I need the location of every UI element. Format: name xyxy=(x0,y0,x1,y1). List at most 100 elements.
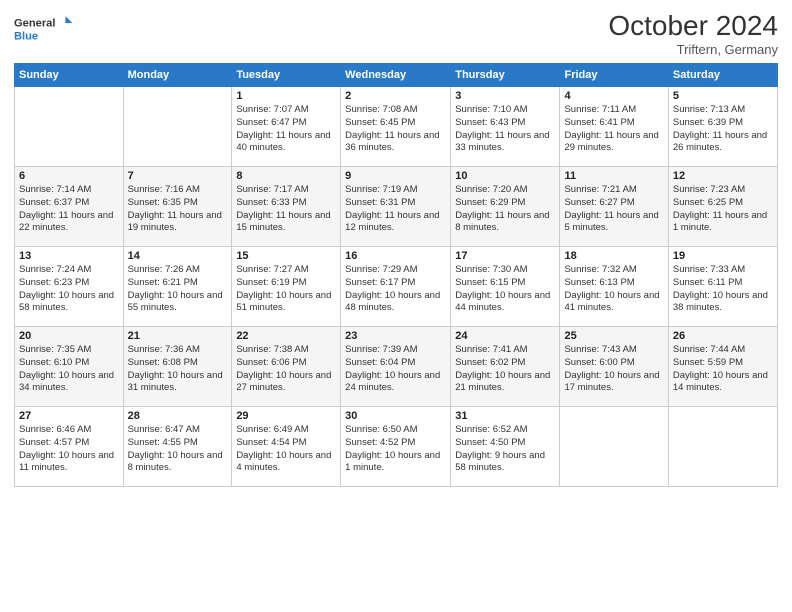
day-info: Sunrise: 7:16 AMSunset: 6:35 PMDaylight:… xyxy=(128,184,228,235)
day-number: 4 xyxy=(564,90,663,102)
month-year-title: October 2024 xyxy=(608,10,778,42)
weekday-header-tuesday: Tuesday xyxy=(232,64,341,87)
day-number: 18 xyxy=(564,250,663,262)
day-number: 25 xyxy=(564,330,663,342)
day-info: Sunrise: 7:39 AMSunset: 6:04 PMDaylight:… xyxy=(345,344,446,395)
calendar-cell: 1 Sunrise: 7:07 AMSunset: 6:47 PMDayligh… xyxy=(232,87,341,167)
day-info: Sunrise: 7:10 AMSunset: 6:43 PMDaylight:… xyxy=(455,104,555,155)
day-number: 17 xyxy=(455,250,555,262)
title-block: October 2024 Triftern, Germany xyxy=(608,10,778,57)
day-number: 7 xyxy=(128,170,228,182)
day-info: Sunrise: 7:32 AMSunset: 6:13 PMDaylight:… xyxy=(564,264,663,315)
day-number: 20 xyxy=(19,330,119,342)
calendar-cell: 21 Sunrise: 7:36 AMSunset: 6:08 PMDaylig… xyxy=(123,327,232,407)
weekday-header-monday: Monday xyxy=(123,64,232,87)
calendar-cell: 8 Sunrise: 7:17 AMSunset: 6:33 PMDayligh… xyxy=(232,167,341,247)
location-subtitle: Triftern, Germany xyxy=(608,42,778,57)
day-info: Sunrise: 7:21 AMSunset: 6:27 PMDaylight:… xyxy=(564,184,663,235)
calendar-table: SundayMondayTuesdayWednesdayThursdayFrid… xyxy=(14,63,778,487)
calendar-cell: 23 Sunrise: 7:39 AMSunset: 6:04 PMDaylig… xyxy=(341,327,451,407)
calendar-cell: 19 Sunrise: 7:33 AMSunset: 6:11 PMDaylig… xyxy=(668,247,777,327)
day-info: Sunrise: 7:43 AMSunset: 6:00 PMDaylight:… xyxy=(564,344,663,395)
calendar-cell xyxy=(123,87,232,167)
day-info: Sunrise: 7:35 AMSunset: 6:10 PMDaylight:… xyxy=(19,344,119,395)
day-number: 21 xyxy=(128,330,228,342)
calendar-cell: 9 Sunrise: 7:19 AMSunset: 6:31 PMDayligh… xyxy=(341,167,451,247)
day-info: Sunrise: 7:33 AMSunset: 6:11 PMDaylight:… xyxy=(673,264,773,315)
day-info: Sunrise: 7:27 AMSunset: 6:19 PMDaylight:… xyxy=(236,264,336,315)
calendar-cell: 4 Sunrise: 7:11 AMSunset: 6:41 PMDayligh… xyxy=(560,87,668,167)
weekday-header-sunday: Sunday xyxy=(15,64,124,87)
calendar-cell: 29 Sunrise: 6:49 AMSunset: 4:54 PMDaylig… xyxy=(232,407,341,487)
day-number: 5 xyxy=(673,90,773,102)
calendar-cell: 18 Sunrise: 7:32 AMSunset: 6:13 PMDaylig… xyxy=(560,247,668,327)
calendar-cell xyxy=(15,87,124,167)
calendar-cell: 14 Sunrise: 7:26 AMSunset: 6:21 PMDaylig… xyxy=(123,247,232,327)
day-info: Sunrise: 6:50 AMSunset: 4:52 PMDaylight:… xyxy=(345,424,446,475)
calendar-cell: 15 Sunrise: 7:27 AMSunset: 6:19 PMDaylig… xyxy=(232,247,341,327)
day-info: Sunrise: 7:30 AMSunset: 6:15 PMDaylight:… xyxy=(455,264,555,315)
calendar-cell: 11 Sunrise: 7:21 AMSunset: 6:27 PMDaylig… xyxy=(560,167,668,247)
calendar-cell: 17 Sunrise: 7:30 AMSunset: 6:15 PMDaylig… xyxy=(451,247,560,327)
day-info: Sunrise: 7:36 AMSunset: 6:08 PMDaylight:… xyxy=(128,344,228,395)
day-number: 11 xyxy=(564,170,663,182)
svg-text:General: General xyxy=(14,17,55,29)
day-info: Sunrise: 7:44 AMSunset: 5:59 PMDaylight:… xyxy=(673,344,773,395)
calendar-cell: 31 Sunrise: 6:52 AMSunset: 4:50 PMDaylig… xyxy=(451,407,560,487)
day-number: 30 xyxy=(345,410,446,422)
day-number: 27 xyxy=(19,410,119,422)
day-info: Sunrise: 7:29 AMSunset: 6:17 PMDaylight:… xyxy=(345,264,446,315)
calendar-cell: 27 Sunrise: 6:46 AMSunset: 4:57 PMDaylig… xyxy=(15,407,124,487)
day-number: 8 xyxy=(236,170,336,182)
calendar-cell: 2 Sunrise: 7:08 AMSunset: 6:45 PMDayligh… xyxy=(341,87,451,167)
logo-svg: General Blue xyxy=(14,10,74,48)
day-number: 13 xyxy=(19,250,119,262)
weekday-header-wednesday: Wednesday xyxy=(341,64,451,87)
day-number: 19 xyxy=(673,250,773,262)
day-info: Sunrise: 7:20 AMSunset: 6:29 PMDaylight:… xyxy=(455,184,555,235)
day-info: Sunrise: 7:11 AMSunset: 6:41 PMDaylight:… xyxy=(564,104,663,155)
calendar-cell: 7 Sunrise: 7:16 AMSunset: 6:35 PMDayligh… xyxy=(123,167,232,247)
day-info: Sunrise: 6:52 AMSunset: 4:50 PMDaylight:… xyxy=(455,424,555,475)
day-number: 23 xyxy=(345,330,446,342)
calendar-cell: 28 Sunrise: 6:47 AMSunset: 4:55 PMDaylig… xyxy=(123,407,232,487)
day-number: 31 xyxy=(455,410,555,422)
calendar-cell: 30 Sunrise: 6:50 AMSunset: 4:52 PMDaylig… xyxy=(341,407,451,487)
day-number: 24 xyxy=(455,330,555,342)
day-info: Sunrise: 7:08 AMSunset: 6:45 PMDaylight:… xyxy=(345,104,446,155)
day-number: 12 xyxy=(673,170,773,182)
day-info: Sunrise: 7:24 AMSunset: 6:23 PMDaylight:… xyxy=(19,264,119,315)
calendar-cell: 22 Sunrise: 7:38 AMSunset: 6:06 PMDaylig… xyxy=(232,327,341,407)
day-number: 14 xyxy=(128,250,228,262)
day-number: 1 xyxy=(236,90,336,102)
weekday-header-friday: Friday xyxy=(560,64,668,87)
day-info: Sunrise: 7:19 AMSunset: 6:31 PMDaylight:… xyxy=(345,184,446,235)
day-number: 9 xyxy=(345,170,446,182)
day-number: 28 xyxy=(128,410,228,422)
weekday-header-saturday: Saturday xyxy=(668,64,777,87)
day-info: Sunrise: 7:17 AMSunset: 6:33 PMDaylight:… xyxy=(236,184,336,235)
day-info: Sunrise: 7:23 AMSunset: 6:25 PMDaylight:… xyxy=(673,184,773,235)
day-number: 16 xyxy=(345,250,446,262)
day-info: Sunrise: 6:46 AMSunset: 4:57 PMDaylight:… xyxy=(19,424,119,475)
calendar-cell: 12 Sunrise: 7:23 AMSunset: 6:25 PMDaylig… xyxy=(668,167,777,247)
calendar-cell: 16 Sunrise: 7:29 AMSunset: 6:17 PMDaylig… xyxy=(341,247,451,327)
day-number: 3 xyxy=(455,90,555,102)
day-info: Sunrise: 7:07 AMSunset: 6:47 PMDaylight:… xyxy=(236,104,336,155)
day-number: 22 xyxy=(236,330,336,342)
day-number: 26 xyxy=(673,330,773,342)
day-info: Sunrise: 7:13 AMSunset: 6:39 PMDaylight:… xyxy=(673,104,773,155)
day-info: Sunrise: 7:41 AMSunset: 6:02 PMDaylight:… xyxy=(455,344,555,395)
calendar-cell: 20 Sunrise: 7:35 AMSunset: 6:10 PMDaylig… xyxy=(15,327,124,407)
day-number: 2 xyxy=(345,90,446,102)
calendar-cell: 6 Sunrise: 7:14 AMSunset: 6:37 PMDayligh… xyxy=(15,167,124,247)
day-number: 15 xyxy=(236,250,336,262)
svg-text:Blue: Blue xyxy=(14,30,38,42)
logo: General Blue xyxy=(14,10,74,48)
calendar-cell: 5 Sunrise: 7:13 AMSunset: 6:39 PMDayligh… xyxy=(668,87,777,167)
weekday-header-thursday: Thursday xyxy=(451,64,560,87)
calendar-cell xyxy=(668,407,777,487)
day-number: 29 xyxy=(236,410,336,422)
day-info: Sunrise: 6:49 AMSunset: 4:54 PMDaylight:… xyxy=(236,424,336,475)
calendar-cell: 26 Sunrise: 7:44 AMSunset: 5:59 PMDaylig… xyxy=(668,327,777,407)
